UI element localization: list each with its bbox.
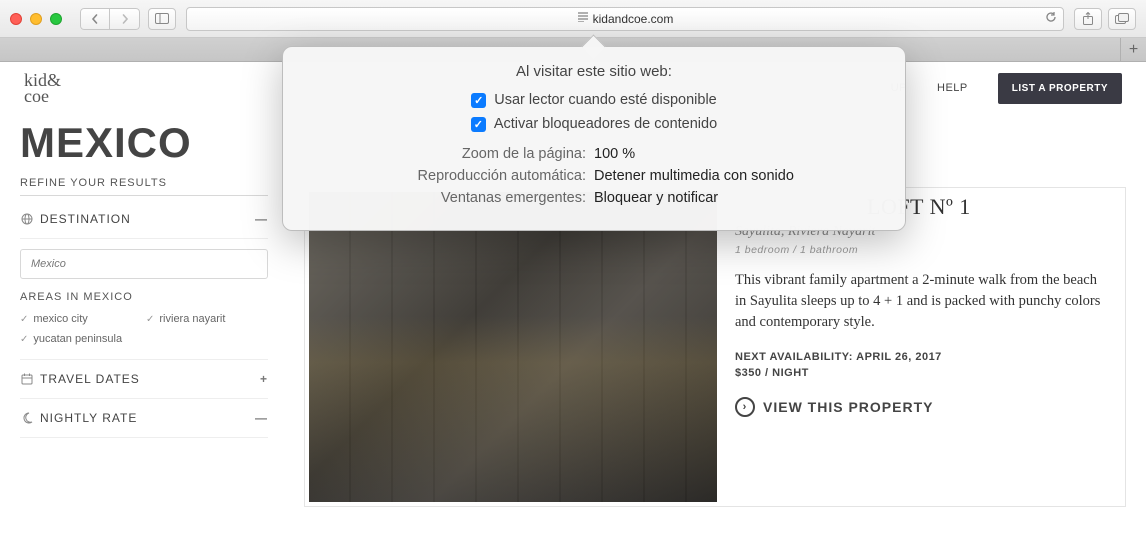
area-item-riviera-nayarit[interactable]: riviera nayarit [146,313,268,325]
browser-toolbar: kidandcoe.com [0,0,1146,38]
site-logo[interactable]: kid& coe [24,72,61,104]
zoom-window-button[interactable] [50,13,62,25]
popups-label: Ventanas emergentes: [305,190,594,206]
popups-value[interactable]: Bloquear y notificar [594,190,883,206]
property-card: THE SAYULITA LOFT Nº 1 LOFT Nº 1 Sayulit… [304,187,1126,507]
list-property-button[interactable]: LIST A PROPERTY [998,73,1122,104]
autoplay-row: Reproducción automática: Detener multime… [305,168,883,184]
zoom-row: Zoom de la página: 100 % [305,146,883,162]
filter-destination-header[interactable]: DESTINATION — [20,200,268,239]
property-info: THE SAYULITA LOFT Nº 1 LOFT Nº 1 Sayulit… [717,192,1121,502]
property-price: $350 / NIGHT [735,367,1105,379]
autoplay-value[interactable]: Detener multimedia con sonido [594,168,883,184]
zoom-label: Zoom de la página: [305,146,594,162]
areas-label: AREAS IN MEXICO [20,291,268,303]
filter-destination-label: DESTINATION [40,212,131,226]
destination-input[interactable]: Mexico [20,249,268,279]
filter-travel-dates-label: TRAVEL DATES [40,372,140,386]
view-property-link[interactable]: › VIEW THIS PROPERTY [735,397,1105,417]
reader-checkbox-row[interactable]: ✓ Usar lector cuando esté disponible [305,92,883,108]
moon-icon [20,411,34,425]
url-text: kidandcoe.com [593,12,674,26]
share-button[interactable] [1074,8,1102,30]
filters-sidebar: MEXICO REFINE YOUR RESULTS DESTINATION —… [20,119,268,535]
reader-checkbox-label: Usar lector cuando esté disponible [494,92,716,108]
refine-label: REFINE YOUR RESULTS [20,177,268,196]
arrow-right-icon: › [735,397,755,417]
site-settings-popover: Al visitar este sitio web: ✓ Usar lector… [282,46,906,231]
new-tab-button[interactable]: + [1120,38,1146,62]
expand-icon: + [260,372,268,386]
blockers-checkbox-row[interactable]: ✓ Activar bloqueadores de contenido [305,116,883,132]
nav-back-forward [80,8,140,30]
minimize-window-button[interactable] [30,13,42,25]
filter-nightly-rate-label: NIGHTLY RATE [40,411,137,425]
address-bar[interactable]: kidandcoe.com [186,7,1064,31]
page-title: MEXICO [20,119,268,167]
tabs-overview-button[interactable] [1108,8,1136,30]
close-window-button[interactable] [10,13,22,25]
property-description: This vibrant family apartment a 2-minute… [735,270,1105,333]
sidebar-toggle-button[interactable] [148,8,176,30]
blockers-checkbox[interactable]: ✓ [471,117,486,132]
filter-nightly-rate-header[interactable]: NIGHTLY RATE — [20,399,268,438]
nav-help[interactable]: HELP [937,82,968,94]
collapse-icon: — [255,411,268,425]
filter-travel-dates-header[interactable]: TRAVEL DATES + [20,359,268,399]
blockers-checkbox-label: Activar bloqueadores de contenido [494,116,717,132]
reader-icon [577,12,589,25]
collapse-icon: — [255,212,268,226]
reader-checkbox[interactable]: ✓ [471,93,486,108]
area-item-yucatan[interactable]: yucatan peninsula [20,333,142,345]
property-rooms: 1 bedroom / 1 bathroom [735,244,1105,256]
forward-button[interactable] [110,8,140,30]
zoom-value[interactable]: 100 % [594,146,883,162]
autoplay-label: Reproducción automática: [305,168,594,184]
property-availability: NEXT AVAILABILITY: APRIL 26, 2017 [735,351,1105,363]
area-item-mexico-city[interactable]: mexico city [20,313,142,325]
back-button[interactable] [80,8,110,30]
calendar-icon [20,372,34,386]
reload-icon[interactable] [1045,11,1057,26]
window-controls [10,13,62,25]
popover-title: Al visitar este sitio web: [305,63,883,80]
property-photo[interactable] [309,192,717,502]
popups-row: Ventanas emergentes: Bloquear y notifica… [305,190,883,206]
globe-icon [20,212,34,226]
